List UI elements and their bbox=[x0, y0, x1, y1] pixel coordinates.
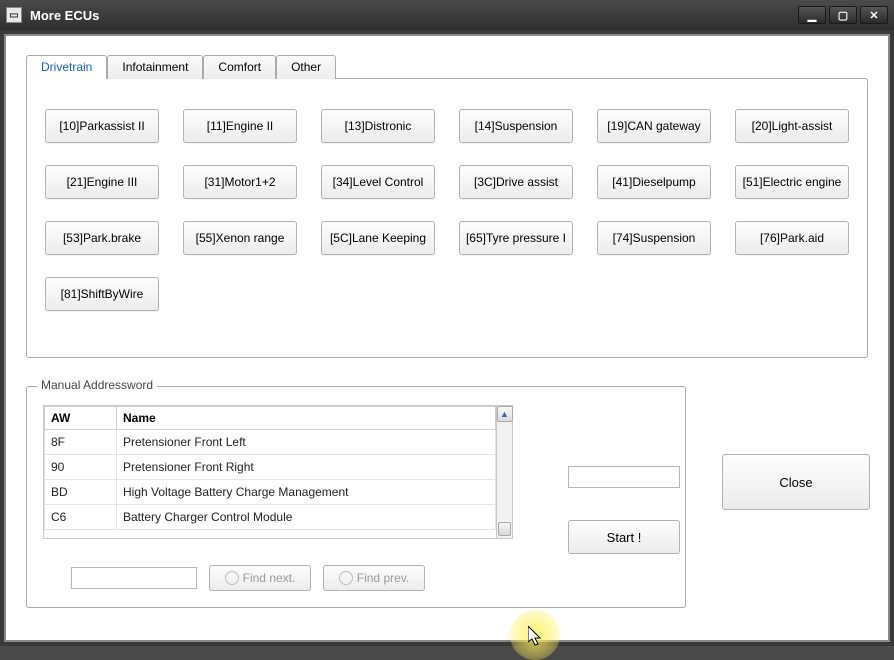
cell-name: Pretensioner Front Left bbox=[117, 430, 496, 455]
table-row[interactable]: 8F Pretensioner Front Left bbox=[45, 430, 496, 455]
ecu-button[interactable]: [19]CAN gateway bbox=[597, 109, 711, 143]
table-row[interactable]: BD High Voltage Battery Charge Managemen… bbox=[45, 480, 496, 505]
cell-name: Pretensioner Front Right bbox=[117, 455, 496, 480]
tab-panel: [10]Parkassist II [11]Engine II [13]Dist… bbox=[26, 78, 868, 358]
tab-infotainment[interactable]: Infotainment bbox=[107, 55, 203, 79]
cursor-highlight bbox=[510, 610, 560, 660]
ecu-button[interactable]: [13]Distronic bbox=[321, 109, 435, 143]
tab-comfort[interactable]: Comfort bbox=[203, 55, 276, 79]
ecu-button[interactable]: [11]Engine II bbox=[183, 109, 297, 143]
find-input[interactable] bbox=[71, 567, 197, 589]
ecu-button[interactable]: [76]Park.aid bbox=[735, 221, 849, 255]
table-row[interactable]: 90 Pretensioner Front Right bbox=[45, 455, 496, 480]
minimize-button[interactable]: ▁ bbox=[798, 6, 826, 24]
ecu-button[interactable]: [21]Engine III bbox=[45, 165, 159, 199]
cell-name: Battery Charger Control Module bbox=[117, 505, 496, 530]
close-window-button[interactable]: ✕ bbox=[860, 6, 888, 24]
ecu-button[interactable]: [55]Xenon range bbox=[183, 221, 297, 255]
close-column: Close bbox=[722, 454, 870, 510]
titlebar[interactable]: ▭ More ECUs ▁ ▢ ✕ bbox=[0, 0, 894, 30]
ecu-button[interactable]: [5C]Lane Keeping bbox=[321, 221, 435, 255]
ecu-button[interactable]: [41]Dieselpump bbox=[597, 165, 711, 199]
scroll-thumb[interactable] bbox=[498, 522, 511, 536]
ecu-button[interactable]: [65]Tyre pressure I bbox=[459, 221, 573, 255]
start-button[interactable]: Start ! bbox=[568, 520, 680, 554]
find-next-button[interactable]: Find next. bbox=[209, 565, 311, 591]
scrollbar[interactable]: ▲ bbox=[496, 406, 512, 538]
refresh-icon bbox=[225, 571, 239, 585]
ecu-button[interactable]: [53]Park.brake bbox=[45, 221, 159, 255]
col-name[interactable]: Name bbox=[117, 407, 496, 430]
find-row: Find next. Find prev. bbox=[43, 565, 669, 591]
maximize-button[interactable]: ▢ bbox=[829, 6, 857, 24]
ecu-button[interactable]: [3C]Drive assist bbox=[459, 165, 573, 199]
addressword-input[interactable] bbox=[568, 466, 680, 488]
find-prev-label: Find prev. bbox=[357, 571, 409, 585]
tab-row: Drivetrain Infotainment Comfort Other bbox=[26, 54, 868, 78]
find-prev-button[interactable]: Find prev. bbox=[323, 565, 425, 591]
client-area: Drivetrain Infotainment Comfort Other [1… bbox=[4, 34, 890, 642]
ecu-button[interactable]: [14]Suspension bbox=[459, 109, 573, 143]
close-button[interactable]: Close bbox=[722, 454, 870, 510]
ecu-button[interactable]: [20]Light-assist bbox=[735, 109, 849, 143]
ecu-button[interactable]: [51]Electric engine bbox=[735, 165, 849, 199]
ecu-button[interactable]: [74]Suspension bbox=[597, 221, 711, 255]
cell-aw: 90 bbox=[45, 455, 117, 480]
table-row[interactable]: C6 Battery Charger Control Module bbox=[45, 505, 496, 530]
window-title: More ECUs bbox=[30, 8, 99, 23]
window: ▭ More ECUs ▁ ▢ ✕ Drivetrain Infotainmen… bbox=[0, 0, 894, 646]
ecu-button[interactable]: [31]Motor1+2 bbox=[183, 165, 297, 199]
tab-other[interactable]: Other bbox=[276, 55, 336, 79]
aw-table: AW Name 8F Pretensioner Front Left 90 bbox=[44, 406, 496, 530]
aw-table-wrap: AW Name 8F Pretensioner Front Left 90 bbox=[43, 405, 513, 539]
cell-aw: 8F bbox=[45, 430, 117, 455]
scroll-track[interactable] bbox=[497, 422, 512, 538]
side-column: Start ! bbox=[568, 466, 680, 554]
ecu-button[interactable]: [10]Parkassist II bbox=[45, 109, 159, 143]
ecu-button[interactable]: [81]ShiftByWire bbox=[45, 277, 159, 311]
app-icon: ▭ bbox=[6, 7, 22, 23]
legend: Manual Addressword bbox=[37, 378, 157, 392]
cursor-icon bbox=[528, 626, 546, 648]
scroll-up-icon[interactable]: ▲ bbox=[497, 406, 513, 422]
ecu-button[interactable]: [34]Level Control bbox=[321, 165, 435, 199]
refresh-icon bbox=[339, 571, 353, 585]
cell-name: High Voltage Battery Charge Management bbox=[117, 480, 496, 505]
cell-aw: C6 bbox=[45, 505, 117, 530]
ecu-grid: [10]Parkassist II [11]Engine II [13]Dist… bbox=[45, 109, 849, 311]
col-aw[interactable]: AW bbox=[45, 407, 117, 430]
find-next-label: Find next. bbox=[243, 571, 296, 585]
cell-aw: BD bbox=[45, 480, 117, 505]
tab-drivetrain[interactable]: Drivetrain bbox=[26, 55, 107, 79]
